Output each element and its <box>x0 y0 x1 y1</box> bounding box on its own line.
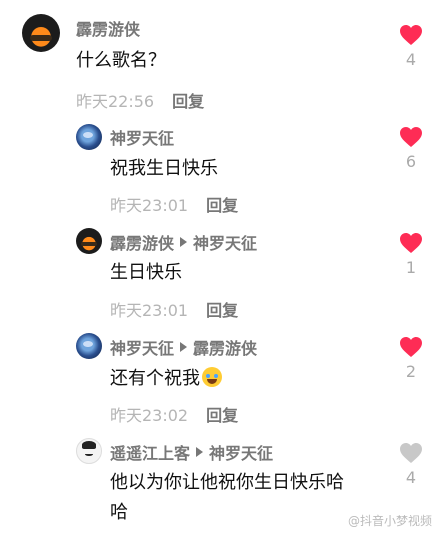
timestamp: 昨天22:56 <box>76 92 155 111</box>
reply-arrow-icon <box>196 447 204 457</box>
like-count: 1 <box>405 258 417 277</box>
username[interactable]: 神罗天征 <box>110 335 174 359</box>
like-button[interactable]: 2 <box>396 336 426 381</box>
username[interactable]: 神罗天征 <box>110 125 174 149</box>
timestamp: 昨天23:02 <box>110 406 189 425</box>
user-avatar[interactable] <box>76 438 102 464</box>
watermark: @抖音小梦视频 <box>347 514 432 528</box>
reply-to-username[interactable]: 神罗天征 <box>209 440 273 464</box>
username[interactable]: 霹雳游侠 <box>110 230 174 254</box>
heart-icon <box>400 337 422 357</box>
username[interactable]: 霹雳游侠 <box>76 16 140 40</box>
reply-to-username[interactable]: 霹雳游侠 <box>193 335 257 359</box>
like-count: 4 <box>405 468 417 487</box>
reply-button[interactable]: 回复 <box>206 297 238 321</box>
laughing-crying-emoji-icon <box>202 367 222 387</box>
heart-icon <box>400 25 422 45</box>
heart-icon <box>400 233 422 253</box>
like-count: 6 <box>405 152 417 171</box>
comment-author-row: 霹雳游侠 神罗天征 <box>110 230 257 254</box>
heart-icon <box>400 127 422 147</box>
reply-button[interactable]: 回复 <box>206 402 238 426</box>
like-button[interactable]: 6 <box>396 126 426 171</box>
timestamp: 昨天23:01 <box>110 196 189 215</box>
reply-arrow-icon <box>180 237 188 247</box>
comment-author-row: 神罗天征 <box>110 125 174 149</box>
comment-text-line-2: 哈 <box>110 502 128 523</box>
like-button[interactable]: 1 <box>396 232 426 277</box>
comment-author-row: 遥遥江上客 神罗天征 <box>110 440 273 464</box>
reply-button[interactable]: 回复 <box>172 88 204 112</box>
reply-button[interactable]: 回复 <box>206 192 238 216</box>
comment-author-row: 神罗天征 霹雳游侠 <box>110 335 257 359</box>
comment-text-line-1: 他以为你让他祝你生日快乐哈 <box>110 472 344 493</box>
heart-outline-icon <box>400 443 422 463</box>
like-count: 2 <box>405 362 417 381</box>
comment-meta: 昨天23:01 回复 <box>110 297 238 321</box>
user-avatar[interactable] <box>76 333 102 359</box>
comment-author-row: 霹雳游侠 <box>76 16 140 40</box>
comment-meta: 昨天22:56 回复 <box>76 88 204 112</box>
like-count: 4 <box>405 50 417 69</box>
username[interactable]: 遥遥江上客 <box>110 440 190 464</box>
comment-text: 生日快乐 <box>110 262 182 283</box>
user-avatar[interactable] <box>76 124 102 150</box>
like-button[interactable]: 4 <box>396 24 426 69</box>
comment-meta: 昨天23:01 回复 <box>110 192 238 216</box>
comment-text: 什么歌名？ <box>76 50 166 71</box>
user-avatar[interactable] <box>76 228 102 254</box>
comment-text-content: 还有个祝我 <box>110 368 200 389</box>
timestamp: 昨天23:01 <box>110 301 189 320</box>
like-button[interactable]: 4 <box>396 442 426 487</box>
comment-meta: 昨天23:02 回复 <box>110 402 238 426</box>
comment-text: 祝我生日快乐 <box>110 158 218 179</box>
reply-arrow-icon <box>180 342 188 352</box>
user-avatar[interactable] <box>22 14 60 52</box>
reply-to-username[interactable]: 神罗天征 <box>193 230 257 254</box>
comment-text: 还有个祝我 <box>110 364 222 394</box>
